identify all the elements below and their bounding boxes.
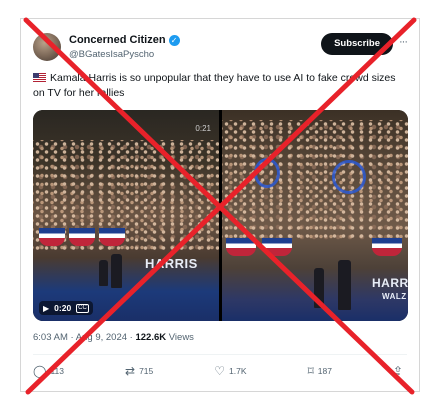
reply-button[interactable]: ◯ 113	[33, 363, 64, 379]
reply-count: 113	[50, 366, 64, 376]
person-figure	[99, 260, 108, 286]
action-bar: ◯ 113 ⇄ 715 ♡ 1.7K ⌑ 187 ⇪	[33, 363, 407, 379]
bookmark-icon: ⌑	[307, 364, 314, 378]
tweet-header: Concerned Citizen ✓ @BGatesIsaPyscho Sub…	[33, 31, 408, 67]
subscribe-button[interactable]: Subscribe	[321, 33, 393, 55]
stage-sign: HARRIS	[145, 256, 198, 271]
video-corner-time: 0:21	[195, 124, 211, 133]
bunting-decoration	[372, 238, 402, 256]
person-figure	[111, 254, 122, 288]
views-count: 122.6K	[135, 332, 167, 343]
play-icon[interactable]: ▶	[43, 304, 49, 313]
bunting-decoration	[39, 228, 65, 246]
avatar[interactable]	[33, 33, 61, 61]
tweet-meta: 6:03 AM · Aug 9, 2024 · 122.6K Views	[33, 332, 194, 343]
bunting-decoration	[262, 238, 292, 256]
us-flag-icon	[33, 73, 46, 82]
highlight-circle	[254, 158, 280, 188]
bunting-decoration	[69, 228, 95, 246]
verified-badge-icon: ✓	[168, 34, 180, 46]
more-icon[interactable]: ···	[399, 36, 408, 48]
repost-button[interactable]: ⇄ 715	[125, 363, 153, 379]
person-figure	[338, 260, 351, 310]
crowd-image	[222, 120, 408, 240]
like-icon: ♡	[214, 364, 226, 378]
display-name[interactable]: Concerned Citizen	[69, 34, 166, 46]
stage-sign: HARRIS	[372, 276, 408, 290]
video-controls[interactable]: ▶ 0:20 CC	[39, 301, 93, 315]
tweet-time[interactable]: 6:03 AM	[33, 332, 68, 343]
like-count: 1.7K	[229, 366, 247, 376]
share-button[interactable]: ⇪	[393, 363, 407, 379]
bookmark-button[interactable]: ⌑ 187	[308, 363, 332, 379]
author-name-row: Concerned Citizen ✓	[69, 34, 180, 46]
bunting-decoration	[226, 238, 256, 256]
repost-count: 715	[139, 366, 154, 376]
tweet-card: Concerned Citizen ✓ @BGatesIsaPyscho Sub…	[20, 18, 420, 392]
repost-icon: ⇄	[125, 364, 136, 378]
share-icon: ⇪	[392, 364, 403, 378]
bookmark-count: 187	[317, 366, 332, 376]
tweet-media[interactable]: HARRIS 0:21 ▶ 0:20 CC HARRIS WALZ	[33, 110, 408, 321]
user-handle[interactable]: @BGatesIsaPyscho	[69, 49, 154, 60]
cc-icon[interactable]: CC	[76, 303, 89, 313]
highlight-circle	[332, 160, 366, 194]
reply-icon: ◯	[33, 364, 47, 378]
image-right[interactable]: HARRIS WALZ	[222, 110, 408, 321]
tweet-date[interactable]: Aug 9, 2024	[76, 332, 127, 343]
video-time: 0:20	[54, 303, 72, 313]
like-button[interactable]: ♡ 1.7K	[214, 363, 246, 379]
video-thumbnail-left[interactable]: HARRIS 0:21 ▶ 0:20 CC	[33, 110, 219, 321]
tweet-text: Kamala Harris is so unpopular that they …	[33, 71, 403, 101]
stage-sign-sub: WALZ	[382, 292, 407, 301]
views-label: Views	[168, 332, 194, 343]
divider	[33, 354, 407, 355]
bunting-decoration	[99, 228, 125, 246]
person-figure	[314, 268, 324, 308]
tweet-body: Kamala Harris is so unpopular that they …	[33, 72, 396, 99]
